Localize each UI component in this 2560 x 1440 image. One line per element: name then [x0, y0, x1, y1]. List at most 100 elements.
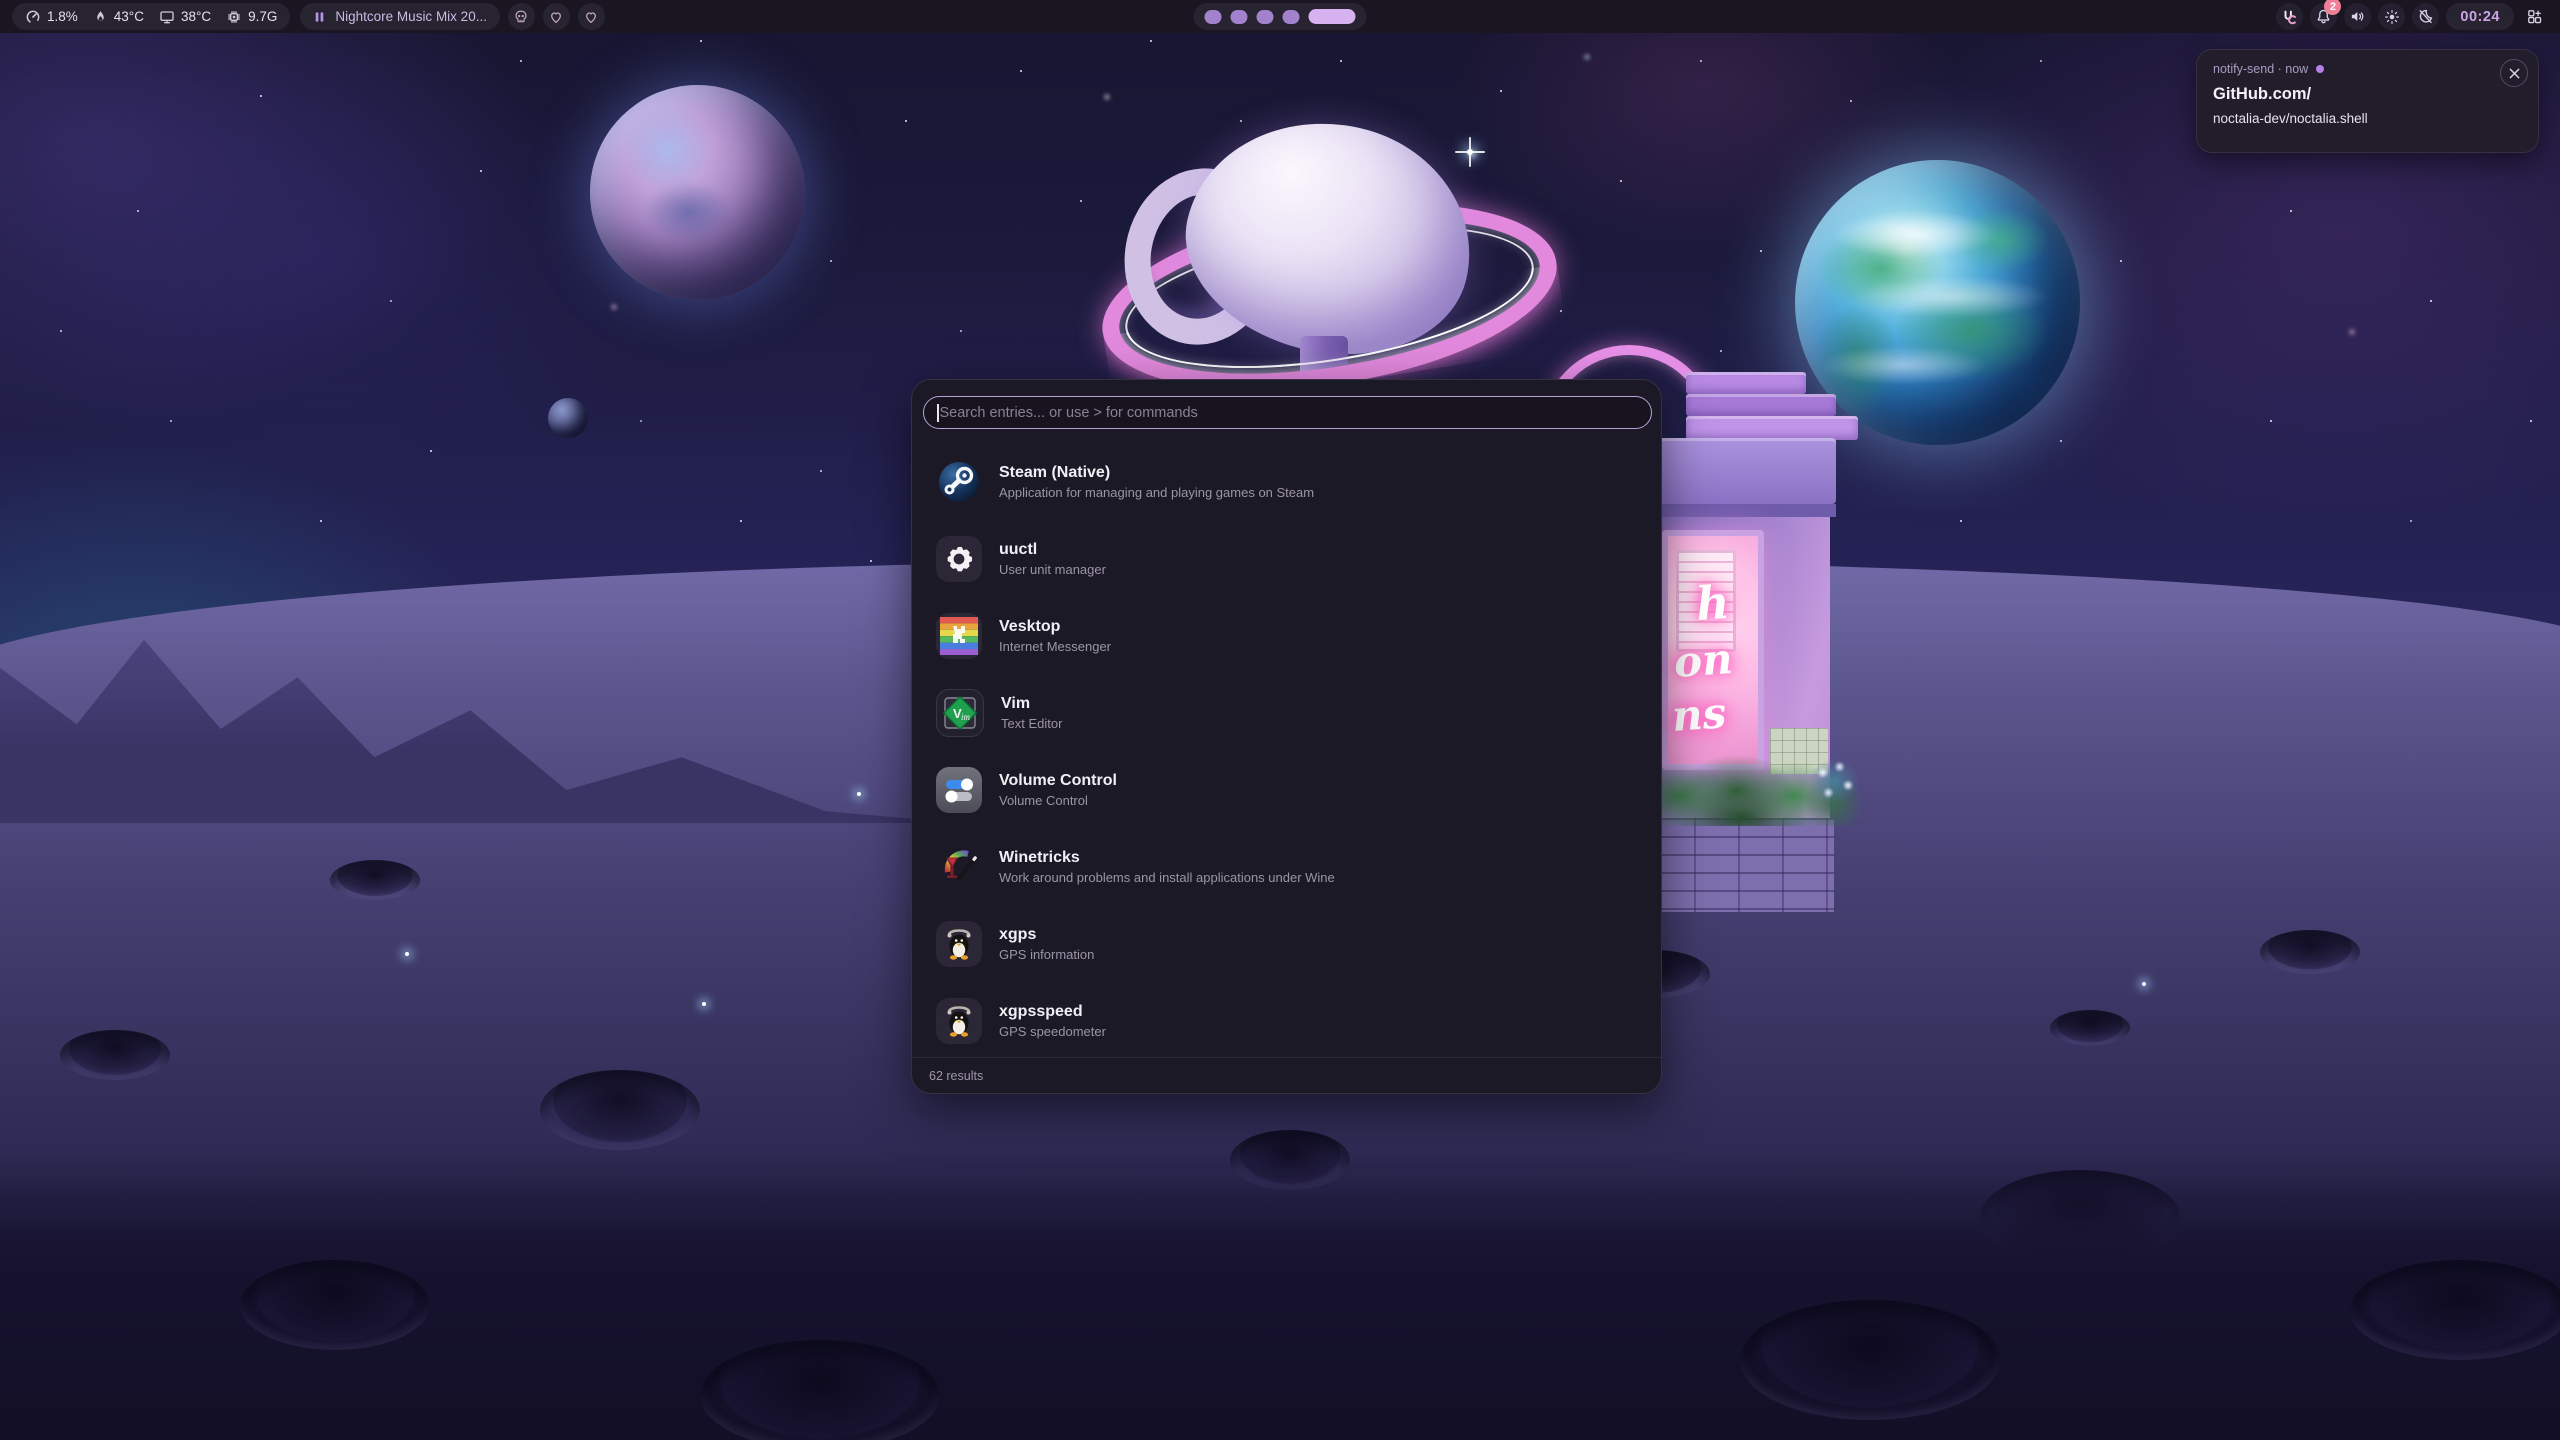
workspace-dot[interactable]	[1283, 10, 1300, 24]
brightness-button[interactable]	[2378, 3, 2405, 30]
list-item[interactable]: Vesktop Internet Messenger	[912, 597, 1661, 674]
list-item[interactable]: Steam (Native) Application for managing …	[912, 443, 1661, 520]
flower-bush	[1806, 752, 1862, 826]
heart-button[interactable]	[578, 3, 605, 30]
notification-close-button[interactable]	[2500, 59, 2528, 87]
purple-planet	[590, 85, 805, 300]
list-item-text: Vim Text Editor	[1001, 694, 1062, 731]
clock-text: 00:24	[2460, 9, 2500, 25]
memory-stat: 9.7G	[226, 9, 277, 25]
media-title: Nightcore Music Mix 20...	[335, 9, 487, 24]
list-item[interactable]: xgpsspeed GPS speedometer	[912, 982, 1661, 1059]
results-list: Steam (Native) Application for managing …	[912, 443, 1661, 1059]
heart-icon	[583, 9, 599, 25]
saturn-coffee-cup	[1095, 118, 1540, 403]
app-subtitle: GPS information	[999, 947, 1094, 962]
vim-icon: Vim	[936, 689, 984, 737]
gpu-temp-stat: 38°C	[159, 9, 211, 25]
app-title: Vim	[1001, 694, 1062, 713]
list-item-text: Steam (Native) Application for managing …	[999, 463, 1314, 500]
volume-toggles-icon	[936, 767, 982, 813]
crater	[540, 1070, 700, 1150]
skull-button[interactable]	[508, 3, 535, 30]
workspace-dot[interactable]	[1231, 10, 1248, 24]
app-title: Vesktop	[999, 617, 1111, 636]
tray-app-button[interactable]	[2276, 3, 2303, 30]
desktop: h on ns 1.8% 43°C	[0, 0, 2560, 1440]
notification-title: GitHub.com/	[2213, 85, 2522, 104]
app-title: xgps	[999, 925, 1094, 944]
workspace-dot[interactable]	[1205, 10, 1222, 24]
night-mode-button[interactable]	[2412, 3, 2439, 30]
volume-button[interactable]	[2344, 3, 2371, 30]
list-item[interactable]: xgps GPS information	[912, 905, 1661, 982]
app-launcher: Search entries... or use > for commands …	[911, 379, 1662, 1094]
list-item[interactable]: Volume Control Volume Control	[912, 751, 1661, 828]
app-grid-button[interactable]	[2521, 3, 2548, 30]
crater	[700, 1340, 940, 1440]
crater	[330, 860, 420, 900]
text-caret	[937, 404, 939, 422]
app-title: Winetricks	[999, 848, 1335, 867]
app-subtitle: Volume Control	[999, 793, 1117, 808]
notification-header: notify-send · now	[2213, 62, 2522, 76]
roof-step	[1686, 394, 1836, 416]
brick-base	[1650, 818, 1834, 912]
list-item-text: xgpsspeed GPS speedometer	[999, 1002, 1106, 1039]
workspace-dot-active[interactable]	[1309, 9, 1356, 24]
app-subtitle: Application for managing and playing gam…	[999, 485, 1314, 500]
crater	[2260, 930, 2360, 974]
notification-source: notify-send · now	[2213, 62, 2308, 76]
roof-step	[1686, 372, 1806, 394]
search-input[interactable]: Search entries... or use > for commands	[923, 396, 1652, 429]
shop-cornice	[1650, 504, 1836, 517]
memory-value: 9.7G	[248, 9, 277, 24]
flame-icon	[93, 9, 108, 25]
cpu-value: 1.8%	[47, 9, 78, 24]
crater	[240, 1260, 430, 1350]
shop-roof	[1650, 438, 1836, 504]
results-count: 62 results	[929, 1069, 983, 1083]
ground-sparkle	[857, 792, 861, 796]
chip-icon	[226, 9, 242, 25]
gauge-icon	[25, 9, 41, 25]
app-title: xgpsspeed	[999, 1002, 1106, 1021]
app-title: Volume Control	[999, 771, 1117, 790]
crater	[2050, 1010, 2130, 1046]
gear-icon	[936, 536, 982, 582]
unread-dot	[2316, 65, 2324, 73]
list-item-text: Volume Control Volume Control	[999, 771, 1117, 808]
steam-icon	[936, 459, 982, 505]
crater	[2350, 1260, 2560, 1360]
notification-body: noctalia-dev/noctalia.shell	[2213, 111, 2522, 126]
gpu-temp-value: 38°C	[181, 9, 211, 24]
app-subtitle: Work around problems and install applica…	[999, 870, 1335, 885]
skull-icon	[513, 9, 529, 25]
neon-letter: on	[1673, 638, 1734, 684]
clock[interactable]: 00:24	[2446, 3, 2514, 30]
ground-sparkle	[405, 952, 409, 956]
media-player-pill[interactable]: Nightcore Music Mix 20...	[300, 3, 500, 30]
list-item[interactable]: Vim Vim Text Editor	[912, 674, 1661, 751]
list-item[interactable]: Winetricks Work around problems and inst…	[912, 828, 1661, 905]
list-item-text: Vesktop Internet Messenger	[999, 617, 1111, 654]
list-item[interactable]: uuctl User unit manager	[912, 520, 1661, 597]
workspace-dot[interactable]	[1257, 10, 1274, 24]
temp-value: 43°C	[114, 9, 144, 24]
moon-off-icon	[2417, 8, 2434, 25]
heart-button[interactable]	[543, 3, 570, 30]
system-stats-pill[interactable]: 1.8% 43°C 38°C 9.7G	[12, 3, 290, 30]
workspace-indicator[interactable]	[1194, 3, 1367, 30]
notification-card[interactable]: notify-send · now GitHub.com/ noctalia-d…	[2196, 49, 2539, 153]
list-item-text: xgps GPS information	[999, 925, 1094, 962]
ground-sparkle	[2142, 982, 2146, 986]
results-footer: 62 results	[912, 1057, 1661, 1093]
notifications-button[interactable]: 2	[2310, 3, 2337, 30]
grid-plus-icon	[2526, 8, 2543, 25]
notification-badge: 2	[2324, 0, 2341, 15]
pause-icon	[313, 10, 326, 24]
app-title: Steam (Native)	[999, 463, 1314, 482]
tray-app-icon	[2281, 8, 2299, 26]
top-bar: 1.8% 43°C 38°C 9.7G	[0, 0, 2560, 33]
crater	[60, 1030, 170, 1080]
